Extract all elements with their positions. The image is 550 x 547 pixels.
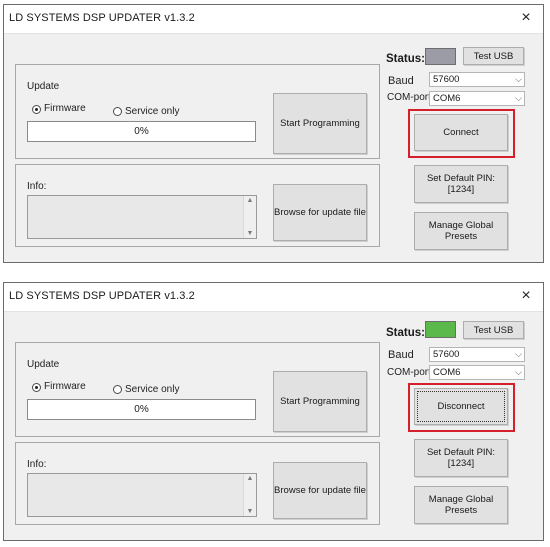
- title-bar: LD SYSTEMS DSP UPDATER v1.3.2 ×: [4, 5, 543, 34]
- chevron-down-icon: ⌵: [515, 74, 522, 84]
- status-label: Status:: [386, 327, 425, 339]
- start-programming-button[interactable]: Start Programming: [273, 93, 367, 154]
- com-port-value: COM6: [433, 93, 461, 104]
- firmware-radio[interactable]: [32, 383, 41, 392]
- disconnect-button[interactable]: Disconnect: [414, 388, 508, 425]
- update-panel: Update Firmware Service only 0% Start Pr…: [15, 342, 380, 437]
- baud-label: Baud: [388, 75, 414, 87]
- browse-update-file-button[interactable]: Browse for update file: [273, 184, 367, 241]
- scroll-down-icon[interactable]: ▼: [244, 508, 256, 515]
- service-only-label: Service only: [125, 106, 180, 117]
- scroll-up-icon[interactable]: ▲: [244, 197, 256, 204]
- window-title: LD SYSTEMS DSP UPDATER v1.3.2: [9, 12, 195, 24]
- browse-update-file-button[interactable]: Browse for update file: [273, 462, 367, 519]
- manage-global-presets-button[interactable]: Manage Global Presets: [414, 486, 508, 524]
- baud-select[interactable]: 57600 ⌵: [429, 347, 525, 362]
- start-programming-button[interactable]: Start Programming: [273, 371, 367, 432]
- com-port-select[interactable]: COM6 ⌵: [429, 91, 525, 106]
- close-icon[interactable]: ×: [515, 286, 537, 306]
- set-default-pin-button[interactable]: Set Default PIN:[1234]: [414, 439, 508, 477]
- com-port-value: COM6: [433, 367, 461, 378]
- firmware-label: Firmware: [44, 103, 86, 114]
- com-port-label: COM-port: [387, 92, 431, 103]
- window-title: LD SYSTEMS DSP UPDATER v1.3.2: [9, 290, 195, 302]
- update-label: Update: [27, 81, 60, 92]
- status-indicator: [425, 321, 456, 338]
- manage-global-presets-button[interactable]: Manage Global Presets: [414, 212, 508, 250]
- scroll-down-icon[interactable]: ▼: [244, 230, 256, 237]
- updater-window-2: LD SYSTEMS DSP UPDATER v1.3.2 × Update F…: [3, 282, 544, 541]
- info-panel: Info: ▲ ▼ Browse for update file: [15, 164, 380, 247]
- baud-value: 57600: [433, 74, 460, 85]
- com-port-select[interactable]: COM6 ⌵: [429, 365, 525, 380]
- chevron-down-icon: ⌵: [515, 367, 522, 377]
- scroll-up-icon[interactable]: ▲: [244, 475, 256, 482]
- info-label: Info:: [27, 459, 47, 470]
- updater-window-1: LD SYSTEMS DSP UPDATER v1.3.2 × Update F…: [3, 4, 544, 263]
- info-textarea[interactable]: ▲ ▼: [27, 195, 257, 239]
- test-usb-button[interactable]: Test USB: [463, 321, 524, 339]
- baud-select[interactable]: 57600 ⌵: [429, 72, 525, 87]
- info-label: Info:: [27, 181, 47, 192]
- test-usb-button[interactable]: Test USB: [463, 47, 524, 65]
- progress-bar: 0%: [27, 121, 256, 142]
- update-panel: Update Firmware Service only 0% Start Pr…: [15, 64, 380, 159]
- connect-button[interactable]: Connect: [414, 114, 508, 151]
- info-scrollbar[interactable]: ▲ ▼: [243, 196, 256, 238]
- status-indicator: [425, 48, 456, 65]
- chevron-down-icon: ⌵: [515, 93, 522, 103]
- close-icon[interactable]: ×: [515, 8, 537, 28]
- info-scrollbar[interactable]: ▲ ▼: [243, 474, 256, 516]
- progress-bar: 0%: [27, 399, 256, 420]
- service-only-radio[interactable]: [113, 385, 122, 394]
- firmware-label: Firmware: [44, 381, 86, 392]
- info-textarea[interactable]: ▲ ▼: [27, 473, 257, 517]
- service-only-radio[interactable]: [113, 107, 122, 116]
- baud-label: Baud: [388, 349, 414, 361]
- info-panel: Info: ▲ ▼ Browse for update file: [15, 442, 380, 525]
- status-label: Status:: [386, 53, 425, 65]
- firmware-radio[interactable]: [32, 105, 41, 114]
- baud-value: 57600: [433, 349, 460, 360]
- com-port-label: COM-port: [387, 367, 431, 378]
- set-default-pin-button[interactable]: Set Default PIN:[1234]: [414, 165, 508, 203]
- service-only-label: Service only: [125, 384, 180, 395]
- update-label: Update: [27, 359, 60, 370]
- title-bar: LD SYSTEMS DSP UPDATER v1.3.2 ×: [4, 283, 543, 312]
- chevron-down-icon: ⌵: [515, 349, 522, 359]
